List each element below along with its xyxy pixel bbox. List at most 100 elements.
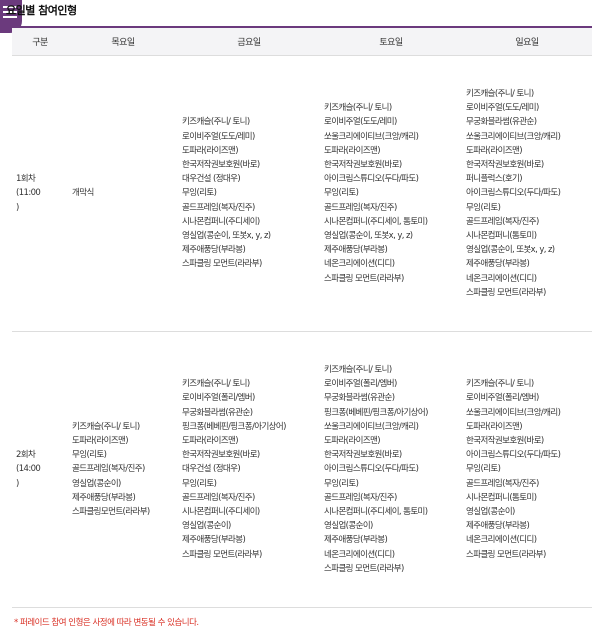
list-item: 아이크림스튜디오(두다/파도)	[466, 450, 561, 461]
list-item: 대우건설 (정대우)	[182, 464, 241, 475]
table-row: 2회차 (14:00 ) 키즈캐슬(주니/ 토니) 도파라(라이즈맨) 무잉(리…	[12, 331, 592, 608]
thursday-cell: 키즈캐슬(주니/ 토니) 도파라(라이즈맨) 무잉(리토) 골드프레임(복자/진…	[68, 331, 178, 608]
list-item: 골드프레임(복자/진주)	[466, 216, 539, 227]
list-item: 키즈캐슬(주니/ 토니)	[466, 88, 534, 99]
list-item: 제주애풍당(부라봉)	[466, 259, 530, 270]
round-cell: 1회차 (11:00 )	[12, 55, 68, 332]
column-header-friday: 금요일	[178, 26, 320, 56]
list-item: 영실업(콩순이)	[72, 478, 121, 489]
list-item: 아이크림스튜디오(두다/파도)	[324, 464, 419, 475]
list-item: 쏘울크리에이티브(크앙/캐리)	[324, 131, 419, 142]
list-item: 골드프레임(복자/진주)	[72, 464, 145, 475]
list-item: 무잉(리토)	[182, 188, 217, 199]
list-item: 골드프레임(복자/진주)	[324, 202, 397, 213]
list-item: 시나몬컴퍼니(주디세이, 톰토미)	[324, 216, 428, 227]
list-item: 제주애풍당(부라봉)	[182, 245, 246, 256]
list-item: 도파라(라이즈맨)	[182, 145, 239, 156]
list-item: 시나몬컴퍼니(주디세이)	[182, 507, 260, 517]
list-item: 무잉(리토)	[72, 450, 107, 461]
list-item: 네온크리에이션(디디)	[466, 273, 537, 284]
list-item: 제주애풍당(부라봉)	[324, 535, 388, 546]
column-header-thursday: 목요일	[68, 26, 178, 56]
round-label: 2회차	[16, 450, 36, 461]
list-item: 골드프레임(복자/진주)	[182, 492, 255, 503]
list-item: 시나몬컴퍼니(톰토미)	[466, 492, 537, 503]
list-item: 개막식	[72, 188, 94, 199]
round-label: 1회차	[16, 174, 36, 185]
schedule-table: 구분 목요일 금요일 토요일 일요일 1회차 (11:00 ) 개막식 키즈캐슬…	[12, 26, 592, 608]
list-item: 키즈캐슬(주니/ 토니)	[466, 379, 534, 390]
list-item: 골드프레임(복자/진주)	[466, 478, 539, 489]
round-time: (11:00	[16, 188, 41, 199]
list-item: 영실업(콩순이)	[466, 507, 515, 517]
list-item: 도파라(라이즈맨)	[324, 435, 381, 446]
list-item: 무잉(리토)	[466, 464, 501, 475]
list-item: 무잉(리토)	[324, 478, 359, 489]
saturday-cell: 키즈캐슬(주니/ 토니) 로이비주얼(도도/레미) 쏘울크리에이티브(크앙/캐리…	[320, 55, 462, 332]
round-time-close: )	[16, 478, 19, 489]
friday-cell: 키즈캐슬(주니/ 토니) 로이비주얼(폴리/엠버) 무궁화블라썸(유관순) 핑크…	[178, 331, 320, 608]
column-header-saturday: 토요일	[320, 26, 462, 56]
list-item: 무잉(리토)	[466, 202, 501, 213]
list-item: 골드프레임(복자/진주)	[182, 202, 255, 213]
list-item: 영실업(콩순이, 또봇x, y, z)	[324, 231, 413, 241]
list-item: 네온크리에이션(디디)	[466, 535, 537, 546]
table-row: 1회차 (11:00 ) 개막식 키즈캐슬(주니/ 토니) 로이비주얼(도도/레…	[12, 55, 592, 332]
list-item: 시나몬컴퍼니(주디세이)	[182, 216, 260, 227]
list-item: 골드프레임(복자/진주)	[324, 492, 397, 503]
list-item: 스파클링모먼트(라라부)	[72, 507, 150, 517]
list-item: 아이크림스튜디오(두다/파도)	[466, 188, 561, 199]
list-item: 퍼니플럭스(호기)	[466, 174, 523, 185]
column-header-category: 구분	[12, 26, 68, 56]
list-item: 스파클링 모먼트(라라부)	[182, 259, 262, 270]
list-item: 네온크리에이션(디디)	[324, 549, 395, 560]
list-item: 로이비주얼(폴리/엠버)	[466, 393, 539, 404]
list-item: 영실업(콩순이, 또봇x, y, z)	[466, 245, 555, 256]
list-item: 쏘울크리에이티브(크앙/캐리)	[466, 131, 561, 142]
page-title: 요일별 참여인형	[6, 4, 77, 17]
list-item: 도파라(라이즈맨)	[466, 421, 523, 432]
list-item: 로이비주얼(폴리/엠버)	[182, 393, 255, 404]
list-item: 대우건설 (정대우)	[182, 174, 241, 185]
list-item: 도파라(라이즈맨)	[182, 435, 239, 446]
list-item: 키즈캐슬(주니/ 토니)	[182, 117, 250, 128]
list-item: 로이비주얼(도도/레미)	[466, 103, 539, 114]
list-item: 한국저작권보호원(바로)	[466, 159, 544, 170]
list-item: 한국저작권보호원(바로)	[182, 450, 260, 461]
list-item: 키즈캐슬(주니/ 토니)	[324, 364, 392, 375]
sunday-cell: 키즈캐슬(주니/ 토니) 로이비주얼(폴리/엠버) 쏘울크리에이티브(크앙/캐리…	[462, 331, 592, 608]
list-item: 시나몬컴퍼니(주디세이, 톰토미)	[324, 507, 428, 517]
list-item: 아이크림스튜디오(두다/파도)	[324, 174, 419, 185]
list-item: 도파라(라이즈맨)	[72, 435, 129, 446]
list-item: 제주애풍당(부라봉)	[182, 535, 246, 546]
list-item: 쏘울크리에이티브(크앙/캐리)	[324, 421, 419, 432]
list-item: 한국저작권보호원(바로)	[466, 435, 544, 446]
list-item: 한국저작권보호원(바로)	[324, 450, 402, 461]
round-time: (14:00	[16, 464, 41, 475]
list-item: 시나몬컴퍼니(톰토미)	[466, 231, 537, 241]
list-item: 도파라(라이즈맨)	[324, 145, 381, 156]
list-item: 로이비주얼(도도/레미)	[182, 131, 255, 142]
list-item: 무잉(리토)	[324, 188, 359, 199]
list-item: 영실업(콩순이)	[324, 521, 373, 532]
list-item: 한국저작권보호원(바로)	[324, 159, 402, 170]
list-item: 핑크퐁(베베핀/핑크퐁/아기상어)	[182, 421, 286, 432]
list-item: 도파라(라이즈맨)	[466, 145, 523, 156]
list-item: 쏘울크리에이티브(크앙/캐리)	[466, 407, 561, 418]
list-item: 스파클링 모먼트(라라부)	[466, 287, 546, 298]
list-item: 로이비주얼(폴리/엠버)	[324, 379, 397, 390]
list-item: 무궁화블라썸(유관순)	[324, 393, 395, 404]
list-item: 네온크리에이션(디디)	[324, 259, 395, 270]
list-item: 스파클링 모먼트(라라부)	[182, 549, 262, 560]
list-item: 무궁화블라썸(유관순)	[466, 117, 537, 128]
thursday-cell: 개막식	[68, 55, 178, 332]
list-item: 제주애풍당(부라봉)	[72, 492, 136, 503]
notice-text: * 퍼레이드 참여 인형은 사정에 따라 변동될 수 있습니다.	[14, 618, 199, 628]
list-item: 영실업(콩순이, 또봇x, y, z)	[182, 231, 271, 241]
friday-cell: 키즈캐슬(주니/ 토니) 로이비주얼(도도/레미) 도파라(라이즈맨) 한국저작…	[178, 55, 320, 332]
list-item: 제주애풍당(부라봉)	[466, 521, 530, 532]
list-item: 스파클링 모먼트(라라부)	[466, 549, 546, 560]
list-item: 스파클링 모먼트(라라부)	[324, 563, 404, 574]
column-header-sunday: 일요일	[462, 26, 592, 56]
sunday-cell: 키즈캐슬(주니/ 토니) 로이비주얼(도도/레미) 무궁화블라썸(유관순) 쏘울…	[462, 55, 592, 332]
